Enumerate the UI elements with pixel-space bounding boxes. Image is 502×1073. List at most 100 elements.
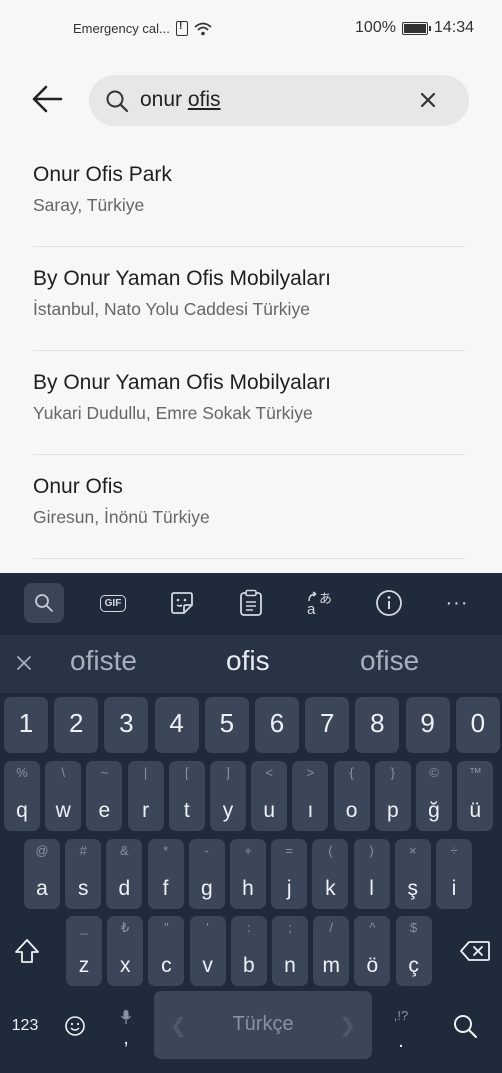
battery-icon [401,21,431,35]
emoji-key[interactable] [52,991,98,1061]
key[interactable]: \ w [45,761,82,831]
key-label: a [36,877,48,900]
key[interactable]: ^ ö [354,916,391,986]
key[interactable]: [t [168,761,205,831]
key[interactable]: } p [374,761,411,831]
key-secondary-label: © [429,765,439,780]
space-key[interactable]: ❮ Türkçe ❯ [154,991,372,1059]
key[interactable]: {o [333,761,370,831]
result-subtitle: Yukari Dudullu, Emre Sokak Türkiye [33,403,313,423]
key[interactable]: ™ ü [457,761,494,831]
key-label: g [200,877,213,900]
key[interactable]: 2 [54,697,99,753]
suggestion-item-primary[interactable]: ofis [226,645,270,677]
result-item[interactable]: By Onur Yaman Ofis Mobilyaları Yukari Du… [33,351,465,455]
close-icon [420,92,436,108]
key[interactable]: ; n [272,916,308,986]
key[interactable]: / m [313,916,350,986]
key[interactable]: + h [230,839,266,909]
key[interactable]: " c [148,916,185,986]
numbers-key[interactable]: 123 [0,991,50,1061]
key-secondary-label: ™ [468,765,482,780]
result-item[interactable]: Onur Ofis Giresun, İnönü Türkiye [33,455,465,559]
key[interactable]: $ ç [395,916,432,986]
clipboard-button[interactable] [231,583,271,623]
translate-button[interactable]: a あ [300,583,340,623]
key[interactable]: # s [65,839,102,909]
keyboard-search-button[interactable] [24,583,64,623]
key-label: 3 [119,708,134,738]
key[interactable]: 9 [405,697,450,753]
key-secondary-label: / [329,920,333,935]
search-query-composing: ofis [187,88,221,111]
result-item[interactable]: By Onur Yaman Ofis Mobilyaları İstanbul,… [33,247,465,351]
key-label: f [162,877,169,900]
gif-button[interactable]: GIF [93,583,133,623]
key[interactable]: ~ e [86,761,123,831]
key[interactable]: 3 [104,697,149,753]
info-button[interactable] [369,583,409,623]
key[interactable]: 1 [4,697,48,753]
key[interactable]: 5 [204,697,249,753]
key-secondary-label: | [143,765,148,780]
key[interactable]: 8 [355,697,400,753]
comma-key[interactable]: , [104,991,148,1061]
key[interactable]: & d [106,839,143,909]
key[interactable]: -g [188,839,225,909]
key[interactable]: ₺ x [107,916,144,986]
shift-key[interactable] [0,916,54,986]
key[interactable]: ÷ i [436,839,472,909]
key[interactable]: = j [271,839,308,909]
key-label: h [242,877,254,900]
key-secondary-label: ₺ [121,920,130,935]
key-secondary-label: : [246,920,251,935]
key[interactable]: 4 [154,697,199,753]
search-input[interactable]: onur ofis [89,75,469,126]
search-query[interactable]: onur ofis [140,88,221,112]
key[interactable]: © ğ [416,761,452,831]
key[interactable]: _ z [66,916,102,986]
key[interactable]: * f [147,839,184,909]
key[interactable]: > ı [292,761,329,831]
key[interactable]: × ş [394,839,431,909]
period-key[interactable]: ,!? . [378,991,424,1061]
key-label: s [77,877,89,900]
collapse-suggestions-button[interactable] [12,651,38,677]
key[interactable]: @ a [24,839,60,909]
period-key-sub: ,!? [393,1007,409,1023]
result-subtitle: İstanbul, Nato Yolu Caddesi Türkiye [33,299,310,319]
comma-key-label: , [123,1027,129,1049]
key[interactable]: ' v [189,916,226,986]
clear-search-button[interactable] [417,89,441,113]
key-label: p [386,799,399,822]
microphone-icon [120,1010,132,1024]
key-secondary-label: ÷ [450,843,458,858]
clock: 14:34 [433,19,474,36]
result-item[interactable]: Onur Ofis Park Saray, Türkiye [33,143,465,247]
sticker-button[interactable] [162,583,202,623]
sticker-icon [171,592,193,614]
search-key[interactable] [440,991,490,1061]
keyboard-toolbar: GIF a あ ··· [0,573,502,633]
key[interactable]: < u [251,761,288,831]
search-results-list: Onur Ofis Park Saray, Türkiye By Onur Ya… [33,143,465,559]
key[interactable]: | r [127,761,164,831]
backspace-key[interactable] [448,916,502,986]
key[interactable]: % q [4,761,40,831]
suggestion-item[interactable]: ofiste [70,645,137,677]
suggestion-item[interactable]: ofise [360,645,419,677]
key[interactable]: ) l [353,839,390,909]
sim-alert-icon [175,20,188,36]
key[interactable]: 7 [305,697,350,753]
key[interactable]: 0 [455,697,500,753]
key-label: i [451,877,457,900]
key[interactable]: :b [230,916,267,986]
key-label: ö [366,954,379,977]
key-secondary-label: ; [288,920,292,935]
key[interactable]: (k [312,839,349,909]
more-options-button[interactable]: ··· [437,583,477,623]
key[interactable]: 6 [255,697,299,753]
key[interactable]: ] y [210,761,246,831]
back-button[interactable] [30,82,70,122]
key-secondary-label: _ [80,920,88,935]
